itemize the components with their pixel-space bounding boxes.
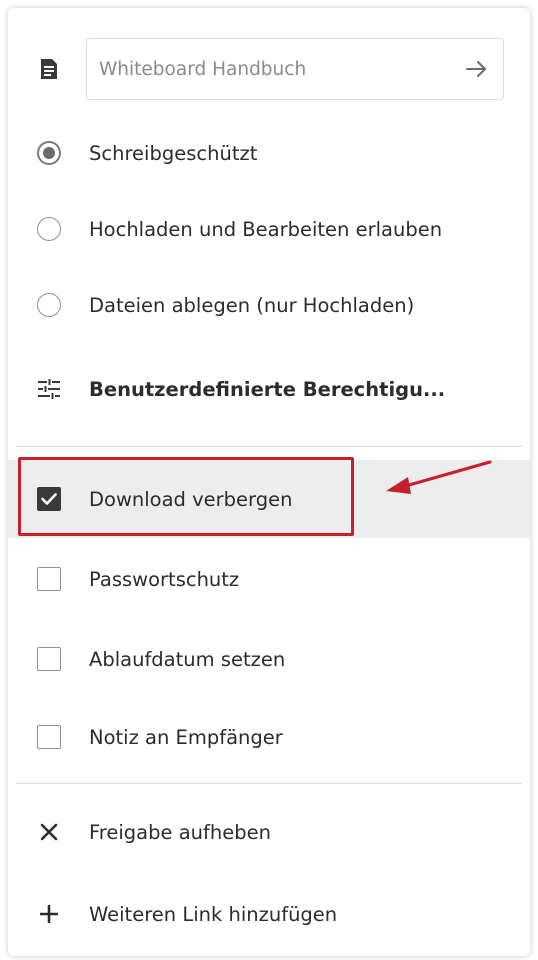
arrow-right-icon[interactable] [451,39,503,99]
radio-selected-icon[interactable] [36,141,61,165]
option-label: Passwortschutz [89,567,240,591]
option-password-protect[interactable]: Passwortschutz [8,539,530,619]
link-name-placeholder: Whiteboard Handbuch [99,58,307,80]
link-name-input[interactable]: Whiteboard Handbuch [86,38,504,100]
annotation-arrow-icon [386,460,492,494]
permission-label: Hochladen und Bearbeiten erlauben [89,217,443,241]
option-expiration-date[interactable]: Ablaufdatum setzen [8,619,530,699]
custom-permissions-item[interactable]: Benutzerdefinierte Berechtigu... [8,349,530,429]
permission-label: Schreibgeschützt [89,141,258,165]
permission-read-only[interactable]: Schreibgeschützt [8,113,530,193]
add-link-button[interactable]: Weiteren Link hinzufügen [8,874,530,954]
unshare-button[interactable]: Freigabe aufheben [8,792,530,872]
checkbox-icon[interactable] [36,647,61,671]
radio-icon[interactable] [36,293,61,317]
unshare-label: Freigabe aufheben [89,820,271,844]
option-label: Ablaufdatum setzen [89,647,286,671]
permission-upload-edit[interactable]: Hochladen und Bearbeiten erlauben [8,189,530,269]
option-note-to-recipient[interactable]: Notiz an Empfänger [8,697,530,777]
plus-icon [8,905,89,923]
option-label: Notiz an Empfänger [89,725,283,749]
annotation-highlight-box [18,457,354,536]
add-link-label: Weiteren Link hinzufügen [89,902,338,926]
close-icon [8,823,89,841]
checkbox-icon[interactable] [36,567,61,591]
custom-permissions-label: Benutzerdefinierte Berechtigu... [89,377,446,401]
divider [16,446,522,447]
checkbox-icon[interactable] [36,725,61,749]
tune-icon [8,379,89,399]
permission-label: Dateien ablegen (nur Hochladen) [89,293,415,317]
document-icon [8,58,89,80]
divider [16,783,522,784]
permission-file-drop[interactable]: Dateien ablegen (nur Hochladen) [8,265,530,345]
radio-icon[interactable] [36,217,61,241]
